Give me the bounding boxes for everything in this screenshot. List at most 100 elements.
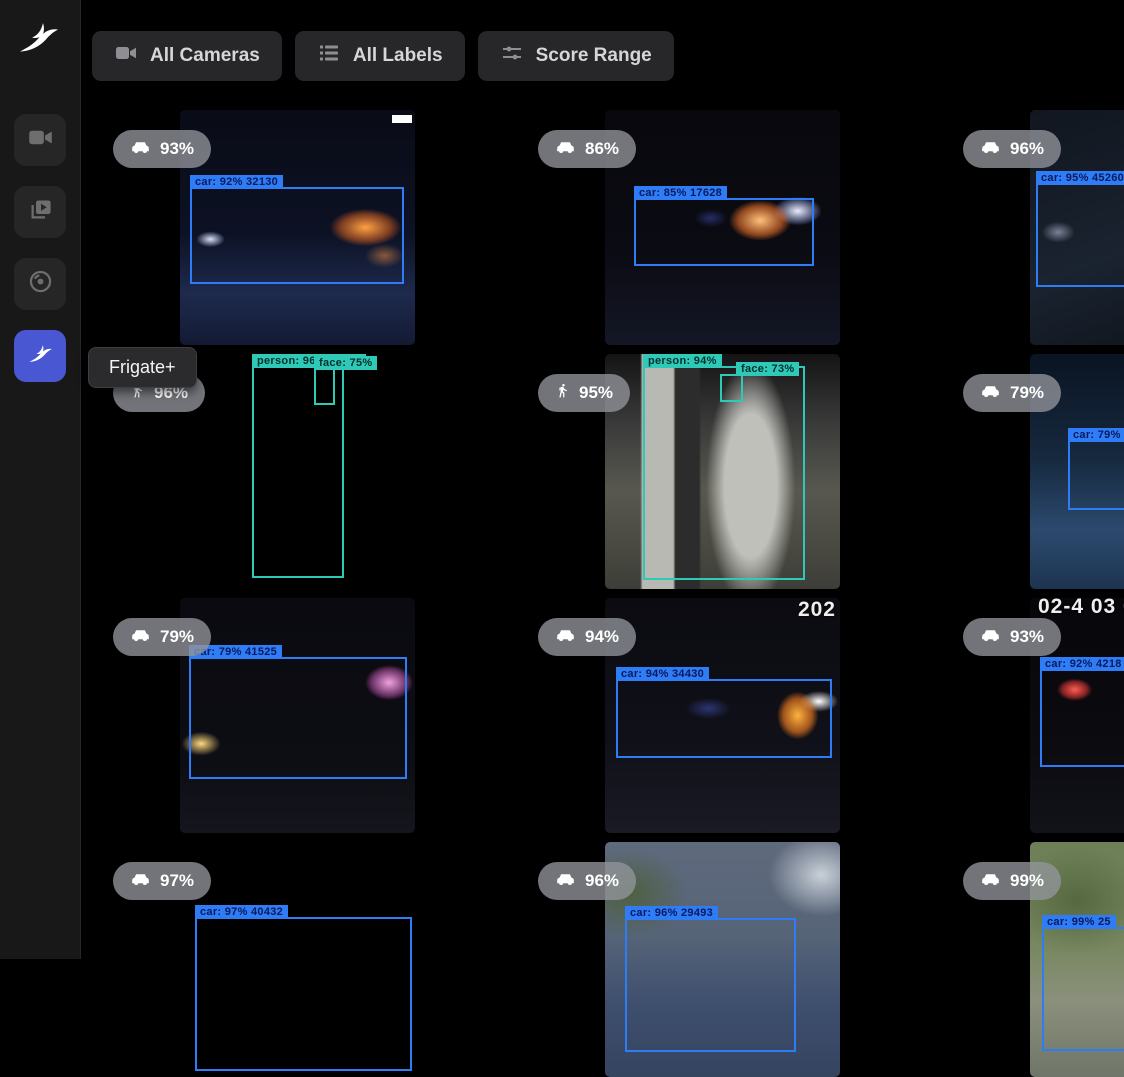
bounding-box: car: 95% 45260	[1036, 183, 1124, 287]
score-badge: 93%	[963, 618, 1061, 656]
bounding-box: car: 85% 17628	[634, 198, 814, 266]
score-badge-value: 96%	[1010, 139, 1044, 159]
face-bounding-box: face: 75%	[314, 368, 335, 405]
score-range-filter-button[interactable]: Score Range	[478, 31, 674, 81]
car-icon	[555, 627, 576, 647]
detection-thumbnail[interactable]: 202 car: 94% 34430	[605, 598, 840, 833]
detection-label: car: 92% 32130	[190, 175, 283, 189]
face-bounding-box: face: 73%	[720, 374, 743, 402]
score-badge-value: 79%	[160, 627, 194, 647]
bounding-box: car: 79%	[1068, 440, 1124, 510]
cameras-filter-button[interactable]: All Cameras	[92, 31, 282, 81]
detection-label: car: 92% 4218	[1040, 657, 1124, 671]
detection-label: car: 96% 29493	[625, 906, 718, 920]
bounding-box: car: 96% 29493	[625, 918, 796, 1052]
detection-thumbnail[interactable]: car: 96% 29493	[605, 842, 840, 1077]
detection-thumbnail[interactable]: car: 79% 41525	[180, 598, 415, 833]
car-icon	[980, 871, 1001, 891]
score-badge-value: 97%	[160, 871, 194, 891]
detection-label: car: 79%	[1068, 428, 1124, 442]
car-icon	[130, 139, 151, 159]
car-icon	[980, 139, 1001, 159]
score-badge-value: 99%	[1010, 871, 1044, 891]
score-range-filter-label: Score Range	[536, 45, 652, 67]
score-badge-value: 79%	[1010, 383, 1044, 403]
sidebar-item-review[interactable]	[14, 186, 66, 238]
list-icon	[317, 41, 341, 71]
filter-bar: All Cameras All Labels Score Range	[92, 31, 674, 81]
detection-cell: car: 97% 40432 97%	[92, 832, 517, 1076]
detection-label: car: 95% 45260	[1036, 171, 1124, 185]
camera-icon	[27, 124, 54, 156]
detections-grid: car: 92% 32130 93% car: 85% 17628 86% ca…	[92, 100, 1124, 1076]
cameras-filter-label: All Cameras	[150, 45, 260, 67]
detection-thumbnail[interactable]: car: 92% 32130	[180, 110, 415, 345]
score-badge-value: 93%	[160, 139, 194, 159]
score-badge-value: 94%	[585, 627, 619, 647]
bounding-box: car: 94% 34430	[616, 679, 832, 758]
labels-filter-label: All Labels	[353, 45, 443, 67]
person-icon	[555, 382, 570, 404]
sliders-icon	[500, 41, 524, 71]
detection-label: person: 94%	[643, 354, 722, 368]
detection-cell: car: 92% 32130 93%	[92, 100, 517, 344]
score-badge-value: 95%	[579, 383, 613, 403]
score-badge: 79%	[113, 618, 211, 656]
camera-icon	[114, 41, 138, 71]
bounding-box: car: 97% 40432	[195, 917, 412, 1071]
score-badge: 94%	[538, 618, 636, 656]
detection-cell: car: 99% 25 99%	[942, 832, 1124, 1076]
score-badge-value: 86%	[585, 139, 619, 159]
bounding-box: car: 92% 32130	[190, 187, 404, 284]
detection-label: car: 94% 34430	[616, 667, 709, 681]
camera-timestamp: 202	[798, 598, 836, 622]
detection-cell: 02-4 03 0 car: 92% 4218 93%	[942, 588, 1124, 832]
detection-label: car: 97% 40432	[195, 905, 288, 919]
detection-thumbnail[interactable]: person: 96% 93040 face: 75%	[180, 354, 415, 589]
score-badge: 79%	[963, 374, 1061, 412]
detection-cell: car: 79% 41525 79%	[92, 588, 517, 832]
detection-thumbnail[interactable]: person: 94% face: 73%	[605, 354, 840, 589]
sidebar-item-export[interactable]	[14, 258, 66, 310]
detection-cell: person: 94% face: 73% 95%	[517, 344, 942, 588]
sidebar	[0, 0, 81, 959]
camera-timestamp: 02-4 03 0	[1038, 598, 1124, 619]
bounding-box: car: 79% 41525	[189, 657, 407, 779]
car-icon	[130, 871, 151, 891]
frigate-logo	[16, 18, 62, 58]
face-detection-label: face: 75%	[314, 356, 377, 370]
detection-cell: car: 79% 79%	[942, 344, 1124, 588]
bounding-box: car: 92% 4218	[1040, 669, 1124, 767]
score-badge: 96%	[538, 862, 636, 900]
score-badge: 99%	[963, 862, 1061, 900]
bounding-box: car: 99% 25	[1042, 927, 1124, 1051]
score-badge-value: 96%	[585, 871, 619, 891]
detection-thumbnail[interactable]: car: 97% 40432	[180, 842, 415, 1077]
frigate-bird-icon	[27, 340, 54, 372]
car-icon	[555, 871, 576, 891]
score-badge: 93%	[113, 130, 211, 168]
score-badge: 97%	[113, 862, 211, 900]
car-icon	[980, 627, 1001, 647]
sidebar-item-live[interactable]	[14, 114, 66, 166]
car-icon	[555, 139, 576, 159]
frigate-plus-tooltip: Frigate+	[88, 347, 197, 388]
detection-cell: car: 85% 17628 86%	[517, 100, 942, 344]
detection-label: car: 85% 17628	[634, 186, 727, 200]
detection-cell: 202 car: 94% 34430 94%	[517, 588, 942, 832]
score-badge: 86%	[538, 130, 636, 168]
detection-label: car: 99% 25	[1042, 915, 1116, 929]
car-icon	[980, 383, 1001, 403]
detection-thumbnail[interactable]: car: 85% 17628	[605, 110, 840, 345]
score-badge: 96%	[963, 130, 1061, 168]
detection-cell: car: 95% 45260 96%	[942, 100, 1124, 344]
score-badge: 95%	[538, 374, 630, 412]
labels-filter-button[interactable]: All Labels	[295, 31, 465, 81]
sidebar-item-frigate-plus[interactable]	[14, 330, 66, 382]
review-icon	[27, 196, 54, 228]
score-badge-value: 93%	[1010, 627, 1044, 647]
car-icon	[130, 627, 151, 647]
detection-cell: car: 96% 29493 96%	[517, 832, 942, 1076]
export-icon	[27, 268, 54, 300]
face-detection-label: face: 73%	[736, 362, 799, 376]
